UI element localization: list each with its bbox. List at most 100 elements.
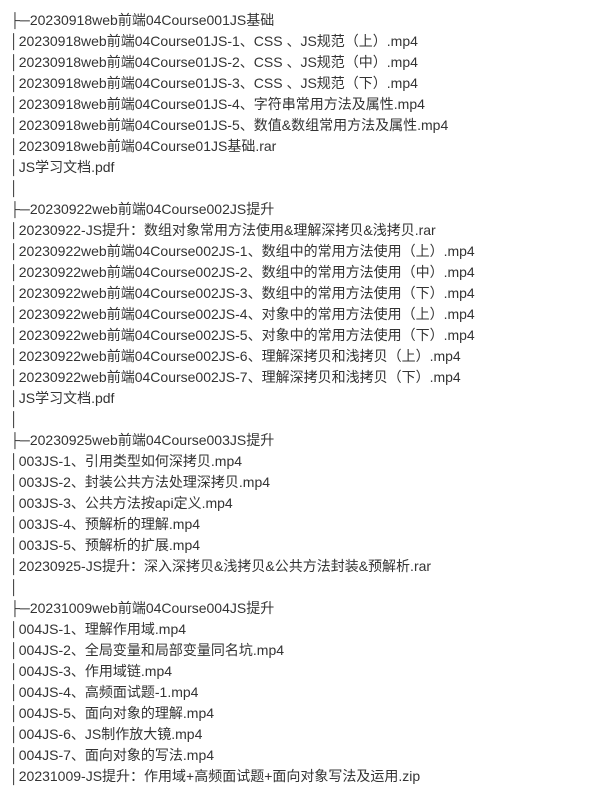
file-name: 20230922web前端04Course002JS-2、数组中的常用方法使用（… — [19, 264, 475, 280]
tree-pipe-icon: │ — [10, 262, 19, 283]
file-item: │ 004JS-7、面向对象的写法.mp4 — [10, 745, 606, 766]
file-name: 20230922-JS提升：数组对象常用方法使用&理解深拷贝&浅拷贝.rar — [19, 222, 436, 238]
tree-pipe-icon: │ — [10, 472, 19, 493]
folder-name: 20230918web前端04Course001JS基础 — [30, 12, 274, 28]
file-item: │ 20230925-JS提升：深入深拷贝&浅拷贝&公共方法封装&预解析.rar — [10, 556, 606, 577]
tree-pipe-icon: │ — [10, 619, 19, 640]
tree-pipe-icon: │ — [10, 52, 19, 73]
tree-pipe-icon: │ — [10, 703, 19, 724]
section-spacer: │ — [10, 577, 606, 598]
file-name: 004JS-1、理解作用域.mp4 — [19, 621, 186, 637]
tree-pipe-icon: │ — [10, 346, 19, 367]
tree-pipe-icon: │ — [10, 766, 19, 787]
tree-pipe-icon: │ — [10, 115, 19, 136]
tree-pipe-icon: │ — [10, 73, 19, 94]
file-name: 20230918web前端04Course01JS-1、CSS 、JS规范（上）… — [19, 33, 418, 49]
tree-pipe-icon: │ — [10, 724, 19, 745]
file-item: │ JS学习文档.pdf — [10, 388, 606, 409]
file-name: 004JS-6、JS制作放大镜.mp4 — [19, 726, 203, 742]
folder-header: ├─20230922web前端04Course002JS提升 — [10, 199, 606, 220]
file-item: │ 004JS-6、JS制作放大镜.mp4 — [10, 724, 606, 745]
file-name: 20230922web前端04Course002JS-3、数组中的常用方法使用（… — [19, 285, 475, 301]
folder-name: 20231009web前端04Course004JS提升 — [30, 600, 274, 616]
tree-pipe-icon: │ — [10, 283, 19, 304]
file-item: │ 20230918web前端04Course01JS-4、字符串常用方法及属性… — [10, 94, 606, 115]
folder-name: 20230925web前端04Course003JS提升 — [30, 432, 274, 448]
file-name: 20230918web前端04Course01JS基础.rar — [19, 138, 277, 154]
file-name: JS学习文档.pdf — [19, 159, 115, 175]
tree-pipe-icon: │ — [10, 367, 19, 388]
tree-pipe-icon: │ — [10, 325, 19, 346]
tree-pipe-icon: │ — [10, 745, 19, 766]
file-item: │ 20230922web前端04Course002JS-3、数组中的常用方法使… — [10, 283, 606, 304]
tree-branch-icon: ├─ — [10, 600, 30, 616]
file-item: │ 003JS-4、预解析的理解.mp4 — [10, 514, 606, 535]
file-item: │ 20230922web前端04Course002JS-6、理解深拷贝和浅拷贝… — [10, 346, 606, 367]
section-spacer: │ — [10, 178, 606, 199]
file-item: │ 003JS-3、公共方法按api定义.mp4 — [10, 493, 606, 514]
file-name: 20230922web前端04Course002JS-5、对象中的常用方法使用（… — [19, 327, 475, 343]
file-name: 003JS-3、公共方法按api定义.mp4 — [19, 495, 233, 511]
tree-pipe-icon: │ — [10, 136, 19, 157]
file-name: 004JS-2、全局变量和局部变量同名坑.mp4 — [19, 642, 284, 658]
file-name: 20230922web前端04Course002JS-1、数组中的常用方法使用（… — [19, 243, 475, 259]
tree-pipe-icon: │ — [10, 411, 19, 427]
tree-pipe-icon: │ — [10, 241, 19, 262]
tree-pipe-icon: │ — [10, 94, 19, 115]
tree-branch-icon: ├─ — [10, 12, 30, 28]
file-name: 003JS-1、引用类型如何深拷贝.mp4 — [19, 453, 242, 469]
tree-pipe-icon: │ — [10, 180, 19, 196]
file-name: 003JS-4、预解析的理解.mp4 — [19, 516, 200, 532]
file-item: │ 20230922web前端04Course002JS-5、对象中的常用方法使… — [10, 325, 606, 346]
file-name: JS学习文档.pdf — [19, 390, 115, 406]
file-item: │ 003JS-5、预解析的扩展.mp4 — [10, 535, 606, 556]
file-name: 20230918web前端04Course01JS-5、数值&数组常用方法及属性… — [19, 117, 449, 133]
file-name: 003JS-5、预解析的扩展.mp4 — [19, 537, 200, 553]
tree-pipe-icon: │ — [10, 514, 19, 535]
tree-branch-icon: ├─ — [10, 201, 30, 217]
tree-pipe-icon: │ — [10, 451, 19, 472]
tree-pipe-icon: │ — [10, 388, 19, 409]
tree-pipe-icon: │ — [10, 640, 19, 661]
file-item: │ 004JS-2、全局变量和局部变量同名坑.mp4 — [10, 640, 606, 661]
file-tree: ├─20230918web前端04Course001JS基础│ 20230918… — [10, 10, 606, 787]
file-name: 20230925-JS提升：深入深拷贝&浅拷贝&公共方法封装&预解析.rar — [19, 558, 431, 574]
folder-header: ├─20230918web前端04Course001JS基础 — [10, 10, 606, 31]
tree-pipe-icon: │ — [10, 661, 19, 682]
file-name: 20230918web前端04Course01JS-4、字符串常用方法及属性.m… — [19, 96, 425, 112]
file-item: │ 004JS-3、作用域链.mp4 — [10, 661, 606, 682]
section-spacer: │ — [10, 409, 606, 430]
tree-pipe-icon: │ — [10, 535, 19, 556]
file-name: 20230922web前端04Course002JS-7、理解深拷贝和浅拷贝（下… — [19, 369, 461, 385]
file-item: │ 003JS-2、封装公共方法处理深拷贝.mp4 — [10, 472, 606, 493]
file-item: │ 20230922web前端04Course002JS-2、数组中的常用方法使… — [10, 262, 606, 283]
tree-pipe-icon: │ — [10, 220, 19, 241]
file-name: 003JS-2、封装公共方法处理深拷贝.mp4 — [19, 474, 270, 490]
folder-name: 20230922web前端04Course002JS提升 — [30, 201, 274, 217]
folder-header: ├─20231009web前端04Course004JS提升 — [10, 598, 606, 619]
tree-branch-icon: ├─ — [10, 432, 30, 448]
file-item: │ 004JS-4、高频面试题-1.mp4 — [10, 682, 606, 703]
file-item: │ 20230918web前端04Course01JS基础.rar — [10, 136, 606, 157]
file-item: │ 20230918web前端04Course01JS-3、CSS 、JS规范（… — [10, 73, 606, 94]
file-item: │ 20230918web前端04Course01JS-2、CSS 、JS规范（… — [10, 52, 606, 73]
file-item: │ 20231009-JS提升：作用域+高频面试题+面向对象写法及运用.zip — [10, 766, 606, 787]
file-name: 20230922web前端04Course002JS-4、对象中的常用方法使用（… — [19, 306, 475, 322]
file-name: 004JS-3、作用域链.mp4 — [19, 663, 172, 679]
tree-pipe-icon: │ — [10, 682, 19, 703]
tree-pipe-icon: │ — [10, 157, 19, 178]
file-name: 004JS-5、面向对象的理解.mp4 — [19, 705, 214, 721]
file-item: │ 20230922web前端04Course002JS-4、对象中的常用方法使… — [10, 304, 606, 325]
file-name: 20231009-JS提升：作用域+高频面试题+面向对象写法及运用.zip — [19, 768, 420, 784]
file-item: │ JS学习文档.pdf — [10, 157, 606, 178]
file-item: │ 20230922-JS提升：数组对象常用方法使用&理解深拷贝&浅拷贝.rar — [10, 220, 606, 241]
tree-pipe-icon: │ — [10, 579, 19, 595]
file-name: 20230918web前端04Course01JS-3、CSS 、JS规范（下）… — [19, 75, 418, 91]
file-item: │ 20230918web前端04Course01JS-5、数值&数组常用方法及… — [10, 115, 606, 136]
file-item: │ 004JS-1、理解作用域.mp4 — [10, 619, 606, 640]
file-item: │ 20230922web前端04Course002JS-1、数组中的常用方法使… — [10, 241, 606, 262]
file-item: │ 20230922web前端04Course002JS-7、理解深拷贝和浅拷贝… — [10, 367, 606, 388]
file-item: │ 20230918web前端04Course01JS-1、CSS 、JS规范（… — [10, 31, 606, 52]
folder-header: ├─20230925web前端04Course003JS提升 — [10, 430, 606, 451]
tree-pipe-icon: │ — [10, 31, 19, 52]
